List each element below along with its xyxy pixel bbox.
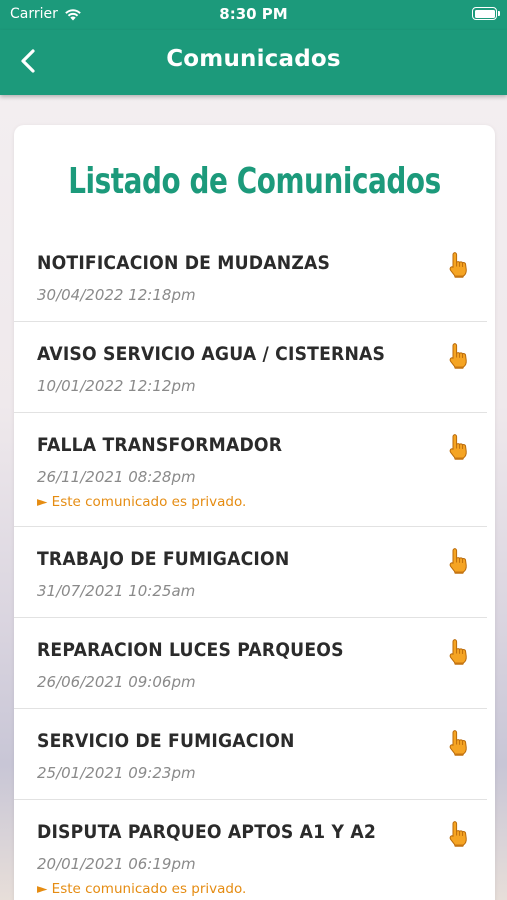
private-notice: ► Este comunicado es privado. xyxy=(37,494,247,510)
pointing-hand-icon[interactable] xyxy=(446,251,472,279)
announcement-date: 26/06/2021 09:06pm xyxy=(37,673,196,691)
announcements-card: Listado de Comunicados NOTIFICACION DE M… xyxy=(14,125,495,900)
announcement-date: 25/01/2021 09:23pm xyxy=(37,764,196,782)
announcement-date: 26/11/2021 08:28pm xyxy=(37,468,196,486)
list-item[interactable]: SERVICIO DE FUMIGACION 25/01/2021 09:23p… xyxy=(14,709,487,800)
pointing-hand-icon[interactable] xyxy=(446,638,472,666)
announcement-title: NOTIFICACION DE MUDANZAS xyxy=(37,253,331,274)
pointing-hand-icon[interactable] xyxy=(446,729,472,757)
announcement-title: AVISO SERVICIO AGUA / CISTERNAS xyxy=(37,344,386,365)
pointing-hand-icon[interactable] xyxy=(446,547,472,575)
announcement-title: TRABAJO DE FUMIGACION xyxy=(37,549,290,570)
list-item[interactable]: FALLA TRANSFORMADOR 26/11/2021 08:28pm ►… xyxy=(14,413,487,527)
announcement-title: FALLA TRANSFORMADOR xyxy=(37,435,283,456)
list-heading: Listado de Comunicados xyxy=(68,161,441,202)
list-item[interactable]: TRABAJO DE FUMIGACION 31/07/2021 10:25am xyxy=(14,527,487,618)
status-bar: Carrier 8:30 PM xyxy=(0,0,507,30)
pointing-hand-icon[interactable] xyxy=(446,342,472,370)
announcement-date: 31/07/2021 10:25am xyxy=(37,582,196,600)
pointing-hand-icon[interactable] xyxy=(446,433,472,461)
announcement-title: REPARACION LUCES PARQUEOS xyxy=(37,640,344,661)
announcement-date: 30/04/2022 12:18pm xyxy=(37,286,196,304)
announcement-title: DISPUTA PARQUEO APTOS A1 Y A2 xyxy=(37,822,376,843)
list-item[interactable]: DISPUTA PARQUEO APTOS A1 Y A2 20/01/2021… xyxy=(14,800,487,900)
list-item[interactable]: AVISO SERVICIO AGUA / CISTERNAS 10/01/20… xyxy=(14,322,487,413)
announcements-list: NOTIFICACION DE MUDANZAS 30/04/2022 12:1… xyxy=(14,231,495,900)
nav-bar: Comunicados xyxy=(0,30,507,95)
announcement-title: SERVICIO DE FUMIGACION xyxy=(37,731,295,752)
list-item[interactable]: REPARACION LUCES PARQUEOS 26/06/2021 09:… xyxy=(14,618,487,709)
pointing-hand-icon[interactable] xyxy=(446,820,472,848)
private-notice: ► Este comunicado es privado. xyxy=(37,881,247,897)
battery-icon xyxy=(472,7,500,20)
page-title: Comunicados xyxy=(166,46,341,72)
status-time: 8:30 PM xyxy=(219,5,288,23)
announcement-date: 20/01/2021 06:19pm xyxy=(37,855,196,873)
announcement-date: 10/01/2022 12:12pm xyxy=(37,377,196,395)
list-item[interactable]: NOTIFICACION DE MUDANZAS 30/04/2022 12:1… xyxy=(14,231,487,322)
